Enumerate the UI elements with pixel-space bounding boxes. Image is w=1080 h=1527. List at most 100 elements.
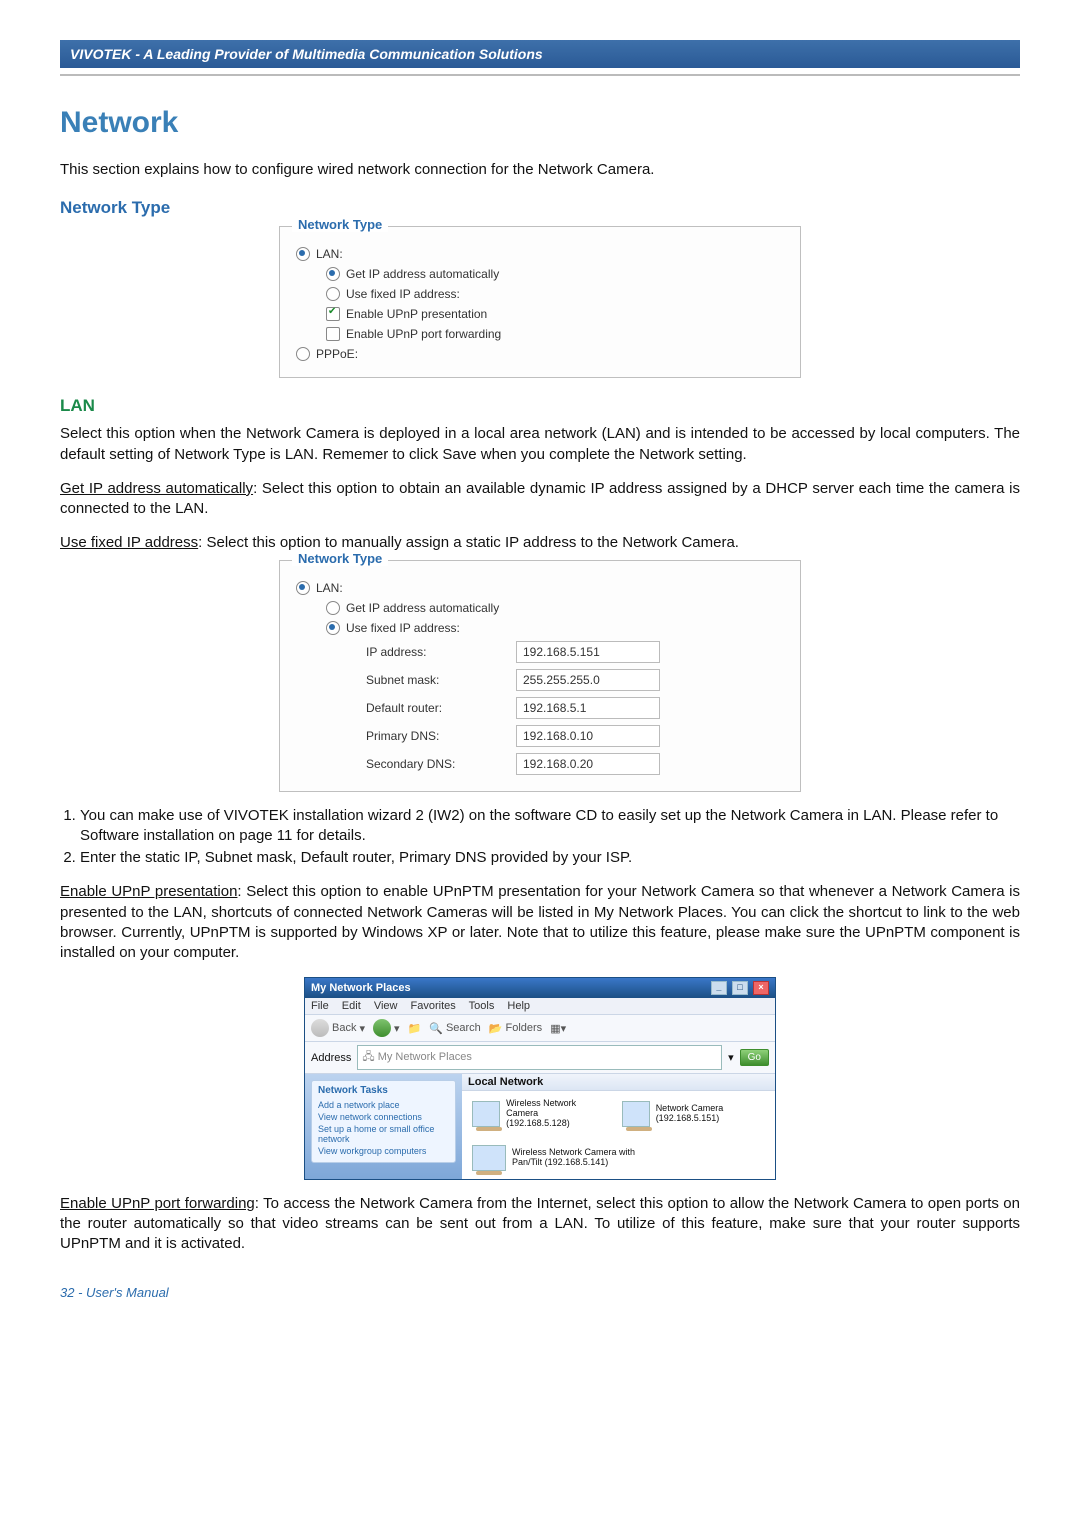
upnp-presentation-paragraph: Enable UPnP presentation: Select this op…: [60, 882, 1020, 963]
local-network-header: Local Network: [462, 1074, 775, 1091]
upnp-forward-term: Enable UPnP port forwarding: [60, 1195, 255, 1212]
intro-paragraph: This section explains how to configure w…: [60, 160, 1020, 180]
address-value: My Network Places: [378, 1051, 472, 1063]
lan-radio-row-2[interactable]: LAN:: [296, 581, 784, 595]
step-1: You can make use of VIVOTEK installation…: [80, 806, 1020, 847]
network-tasks-heading: Network Tasks: [318, 1085, 449, 1096]
forward-button[interactable]: ▾: [373, 1019, 400, 1037]
pppoe-radio-row[interactable]: PPPoE:: [296, 347, 784, 361]
item1-line1: Wireless Network Camera: [506, 1098, 576, 1118]
window-controls: _ □ ×: [709, 981, 769, 995]
doc-header-bar: VIVOTEK - A Leading Provider of Multimed…: [60, 40, 1020, 68]
upnp-forward-label: Enable UPnP port forwarding: [346, 327, 501, 341]
menu-edit[interactable]: Edit: [342, 1000, 361, 1012]
setup-home-network-link[interactable]: Set up a home or small office network: [318, 1124, 449, 1144]
view-workgroup-link[interactable]: View workgroup computers: [318, 1146, 449, 1156]
menu-file[interactable]: File: [311, 1000, 329, 1012]
close-icon[interactable]: ×: [753, 981, 769, 995]
lan-paragraph: Select this option when the Network Came…: [60, 424, 1020, 465]
minimize-icon[interactable]: _: [711, 981, 727, 995]
section-title: Network: [60, 106, 1020, 140]
fixed-ip-paragraph: Use fixed IP address: Select this option…: [60, 533, 1020, 553]
pppoe-label: PPPoE:: [316, 347, 358, 361]
radio-icon: [296, 347, 310, 361]
auto-ip-radio-row[interactable]: Get IP address automatically: [326, 267, 784, 281]
ip-address-label: IP address:: [366, 645, 516, 659]
checkbox-icon: [326, 327, 340, 341]
upnp-forward-check-row[interactable]: Enable UPnP port forwarding: [326, 327, 784, 341]
fixed-ip-radio-row[interactable]: Use fixed IP address:: [326, 287, 784, 301]
secondary-dns-field[interactable]: 192.168.0.20: [516, 753, 660, 775]
address-dropdown-icon[interactable]: ▾: [728, 1051, 734, 1064]
maximize-icon[interactable]: □: [732, 981, 748, 995]
item1-line2: (192.168.5.128): [506, 1118, 570, 1128]
secondary-dns-label: Secondary DNS:: [366, 757, 516, 771]
radio-icon: [326, 267, 340, 281]
auto-ip-radio-row-2[interactable]: Get IP address automatically: [326, 601, 784, 615]
view-network-connections-link[interactable]: View network connections: [318, 1112, 449, 1122]
window-toolbar: Back ▾ ▾ 📁 🔍 Search 📂 Folders ▦▾: [305, 1014, 775, 1042]
address-bar: Address 🖧 My Network Places ▾ Go: [305, 1042, 775, 1074]
network-type-panel-2: Network Type LAN: Get IP address automat…: [279, 560, 801, 792]
step-2: Enter the static IP, Subnet mask, Defaul…: [80, 848, 1020, 868]
network-type-panel-1: Network Type LAN: Get IP address automat…: [279, 226, 801, 378]
subnet-mask-field[interactable]: 255.255.255.0: [516, 669, 660, 691]
radio-icon: [296, 581, 310, 595]
default-router-field[interactable]: 192.168.5.1: [516, 697, 660, 719]
menu-tools[interactable]: Tools: [469, 1000, 495, 1012]
menu-view[interactable]: View: [374, 1000, 398, 1012]
radio-icon: [326, 601, 340, 615]
search-button[interactable]: 🔍 Search: [429, 1022, 481, 1035]
upnp-presentation-check-row[interactable]: Enable UPnP presentation: [326, 307, 784, 321]
back-button[interactable]: Back ▾: [311, 1019, 365, 1037]
ip-address-field[interactable]: 192.168.5.151: [516, 641, 660, 663]
window-title: My Network Places: [311, 982, 411, 994]
folders-label: Folders: [506, 1022, 543, 1034]
auto-ip-paragraph: Get IP address automatically: Select thi…: [60, 479, 1020, 520]
fixed-ip-radio-row-2[interactable]: Use fixed IP address:: [326, 621, 784, 635]
auto-ip-label: Get IP address automatically: [346, 267, 499, 281]
address-field[interactable]: 🖧 My Network Places: [357, 1045, 722, 1070]
up-button[interactable]: 📁: [408, 1022, 422, 1035]
camera-icon: [472, 1145, 506, 1171]
upnp-forward-paragraph: Enable UPnP port forwarding: To access t…: [60, 1194, 1020, 1255]
fixed-ip-label-2: Use fixed IP address:: [346, 621, 460, 635]
fixed-ip-label: Use fixed IP address:: [346, 287, 460, 301]
radio-icon: [326, 621, 340, 635]
folders-button[interactable]: 📂 Folders: [489, 1022, 542, 1035]
lan-radio-row[interactable]: LAN:: [296, 247, 784, 261]
lan-heading: LAN: [60, 396, 1020, 416]
steps-list: You can make use of VIVOTEK installation…: [60, 806, 1020, 869]
lan-label-2: LAN:: [316, 581, 343, 595]
network-item-1[interactable]: Wireless Network Camera(192.168.5.128): [472, 1099, 592, 1129]
panel1-legend: Network Type: [292, 217, 388, 232]
item3-line1: Wireless Network Camera with: [512, 1147, 635, 1157]
menu-favorites[interactable]: Favorites: [411, 1000, 456, 1012]
auto-ip-term: Get IP address automatically: [60, 480, 253, 497]
local-network-pane: Local Network Wireless Network Camera(19…: [462, 1074, 775, 1179]
radio-icon: [326, 287, 340, 301]
back-label: Back: [332, 1022, 356, 1034]
network-item-3[interactable]: Wireless Network Camera withPan/Tilt (19…: [472, 1145, 635, 1171]
horizontal-rule: [60, 74, 1020, 76]
primary-dns-field[interactable]: 192.168.0.10: [516, 725, 660, 747]
add-network-place-link[interactable]: Add a network place: [318, 1100, 449, 1110]
upnp-presentation-term: Enable UPnP presentation: [60, 883, 237, 900]
default-router-label: Default router:: [366, 701, 516, 715]
panel2-legend: Network Type: [292, 551, 388, 566]
camera-icon: [472, 1101, 500, 1127]
search-label: Search: [446, 1022, 481, 1034]
views-button[interactable]: ▦▾: [550, 1022, 566, 1035]
network-item-2[interactable]: Network Camera (192.168.5.151): [622, 1099, 766, 1129]
camera-icon: [622, 1101, 650, 1127]
network-type-heading: Network Type: [60, 198, 1020, 218]
window-menubar: File Edit View Favorites Tools Help: [305, 998, 775, 1014]
my-network-places-window: My Network Places _ □ × File Edit View F…: [304, 977, 776, 1180]
checkbox-icon: [326, 307, 340, 321]
go-button[interactable]: Go: [740, 1049, 769, 1066]
fixed-ip-term: Use fixed IP address: [60, 534, 198, 551]
window-titlebar: My Network Places _ □ ×: [305, 978, 775, 998]
item3-line2: Pan/Tilt (192.168.5.141): [512, 1157, 608, 1167]
fixed-ip-desc: : Select this option to manually assign …: [198, 534, 739, 551]
menu-help[interactable]: Help: [507, 1000, 530, 1012]
